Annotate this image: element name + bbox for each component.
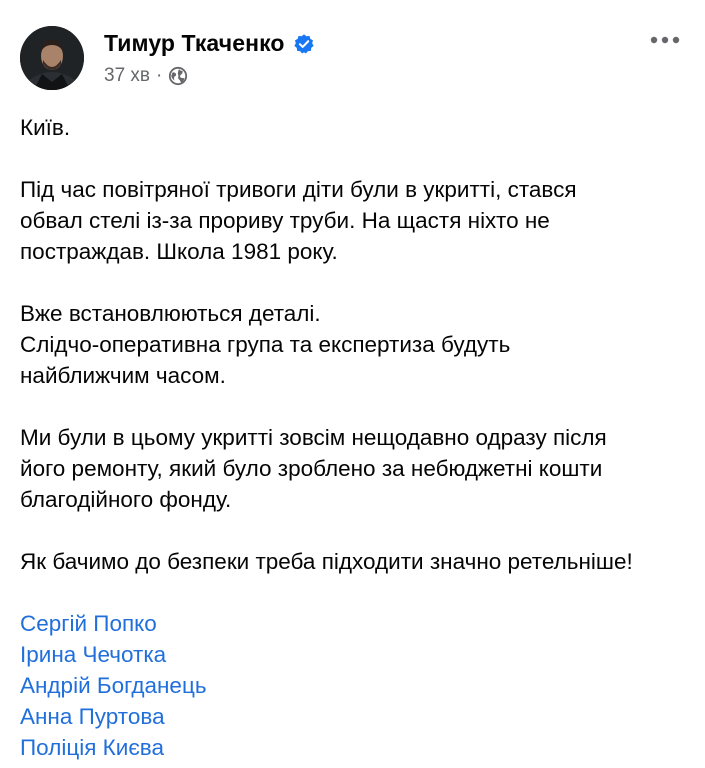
post-text-line: Під час повітряної тривоги діти були в у… [20,177,577,202]
post-paragraph: Вже встановлюються деталі. Слідчо-операт… [20,298,690,391]
post-text-line: обвал стелі із-за прориву труби. На щаст… [20,208,550,233]
more-options-button[interactable] [645,26,685,54]
avatar[interactable] [20,26,84,90]
post-text-line: його ремонту, який було зроблено за небю… [20,456,603,481]
post-text-line: Ми були в цьому укритті зовсім нещодавно… [20,425,607,450]
tag-link-anna-purtova[interactable]: Анна Пуртова [20,701,690,732]
post-text-line: Слідчо-оперативна група та експертиза бу… [20,332,511,357]
post-paragraph: Як бачимо до безпеки треба підходити зна… [20,546,690,577]
avatar-photo [20,26,84,90]
more-options-icon [650,36,680,44]
post-text-line: постраждав. Школа 1981 року. [20,239,338,264]
post-body: Київ. Під час повітряної тривоги діти бу… [20,112,690,763]
tag-link-andrii-bohdanets[interactable]: Андрій Богданець [20,670,690,701]
post-text-line: Як бачимо до безпеки треба підходити зна… [20,549,633,574]
post-paragraph: Київ. [20,112,690,143]
tagged-people-list: Сергій Попко Ірина Чечотка Андрій Богдан… [20,608,690,763]
meta-separator: · [156,65,163,86]
tag-link-kyiv-police[interactable]: Поліція Києва [20,732,690,763]
author-block: Тимур Ткаченко 37 хв · [104,30,315,87]
author-name[interactable]: Тимур Ткаченко [104,30,285,57]
post-paragraph: Ми були в цьому укритті зовсім нещодавно… [20,422,690,515]
post-text-line: благодійного фонду. [20,487,232,512]
post-text-line: Вже встановлюються деталі. [20,301,321,326]
verified-badge-icon [293,33,315,55]
tag-link-serhii-popko[interactable]: Сергій Попко [20,608,690,639]
post-paragraph: Під час повітряної тривоги діти були в у… [20,174,690,267]
post-text-line: найближчим часом. [20,363,226,388]
tag-link-iryna-chechotka[interactable]: Ірина Чечотка [20,639,690,670]
author-row: Тимур Ткаченко [104,30,315,57]
post-header: Тимур Ткаченко 37 хв · [20,26,685,96]
post-text-line: Київ. [20,115,71,140]
post-timestamp[interactable]: 37 хв [104,65,150,87]
globe-icon[interactable] [168,66,188,86]
post-meta: 37 хв · [104,65,315,87]
